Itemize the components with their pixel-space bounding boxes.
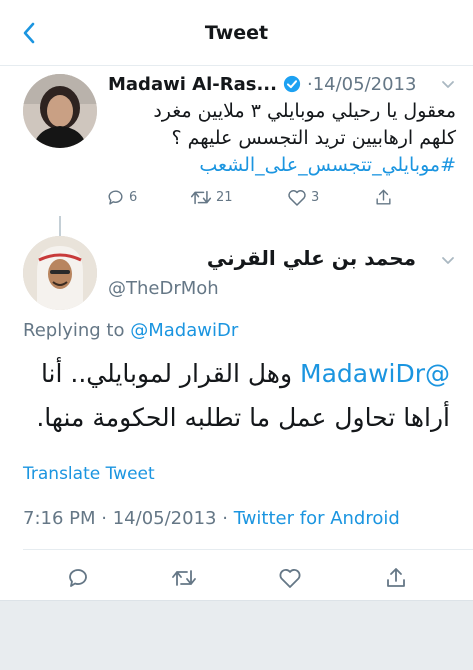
tweet-date: 14/05/2013	[112, 508, 217, 529]
share-button[interactable]	[382, 564, 410, 592]
tweet-text-line: @MadawiDr وهل القرار لموبايلي.. أنا	[23, 352, 450, 396]
parent-tweet-text: معقول يا رحيلي موبايلي ٣ ملايين مغرد كله…	[108, 98, 456, 179]
retweet-button[interactable]	[170, 564, 198, 592]
tweet-date[interactable]: 14/05/2013	[313, 74, 417, 95]
client-link[interactable]: Twitter for Android	[234, 508, 400, 529]
tweet-meta: 7:16 PM · 14/05/2013 · Twitter for Andro…	[23, 508, 400, 529]
main-tweet-actions	[0, 558, 473, 598]
separator-dot: ·	[222, 508, 228, 529]
retweet-icon	[172, 570, 196, 586]
avatar-photo	[23, 74, 97, 148]
replying-mention-link[interactable]: @MadawiDr	[130, 320, 238, 341]
chevron-down-icon[interactable]	[440, 76, 456, 92]
parent-tweet[interactable]: Madawi Al-Ras... ·14/05/2013 معقول يا رح…	[0, 66, 473, 298]
share-button[interactable]	[374, 188, 393, 207]
parent-tweet-actions: 6 21 3	[104, 188, 404, 214]
tweet-text-span: وهل القرار لموبايلي.. أنا	[40, 359, 293, 388]
retweet-count: 21	[216, 190, 233, 205]
avatar[interactable]	[23, 74, 97, 148]
parent-tweet-header: Madawi Al-Ras... ·14/05/2013	[108, 70, 456, 98]
reply-icon	[108, 190, 123, 205]
reply-icon	[69, 569, 87, 587]
retweet-button[interactable]: 21	[190, 188, 233, 207]
chevron-down-icon[interactable]	[440, 252, 456, 268]
divider	[23, 549, 473, 550]
retweet-icon	[190, 190, 212, 205]
hashtag-link[interactable]: #موبايلي_تتجسس_على_الشعب	[108, 152, 456, 179]
tweet-text-line: كلهم ارهابيين تريد التجسس عليهم ؟	[171, 127, 456, 149]
reply-button[interactable]	[64, 564, 92, 592]
replying-label: Replying to	[23, 320, 125, 341]
page-background	[0, 600, 473, 670]
like-button[interactable]: 3	[287, 188, 319, 207]
heart-icon	[279, 569, 301, 588]
author-name[interactable]: Madawi Al-Ras...	[108, 74, 277, 95]
tweet-text-line: أراها تحاول عمل ما تطلبه الحكومة منها.	[36, 403, 450, 432]
translate-tweet-link[interactable]: Translate Tweet	[23, 464, 155, 484]
page-title: Tweet	[204, 22, 269, 44]
share-icon	[376, 189, 391, 205]
mention-link[interactable]: @MadawiDr	[300, 359, 450, 388]
reply-button[interactable]: 6	[106, 188, 137, 207]
author-handle[interactable]: @TheDrMoh	[108, 278, 219, 299]
tweet-time: 7:16 PM	[23, 508, 96, 529]
top-bar: Tweet	[0, 0, 473, 66]
verified-badge-icon	[283, 75, 301, 93]
avatar-photo	[23, 236, 97, 310]
reply-count: 6	[129, 190, 138, 205]
heart-icon	[288, 190, 306, 206]
avatar[interactable]	[23, 236, 97, 310]
like-button[interactable]	[276, 564, 304, 592]
main-tweet-text: @MadawiDr وهل القرار لموبايلي.. أنا أراه…	[23, 352, 450, 440]
replying-to: Replying to @MadawiDr	[23, 320, 238, 341]
tweet-text-line: معقول يا رحيلي موبايلي ٣ ملايين مغرد	[153, 100, 456, 122]
like-count: 3	[311, 190, 320, 205]
separator-dot: ·	[101, 508, 107, 529]
author-name[interactable]: محمد بن علي القرني	[207, 246, 416, 270]
share-icon	[387, 568, 405, 587]
